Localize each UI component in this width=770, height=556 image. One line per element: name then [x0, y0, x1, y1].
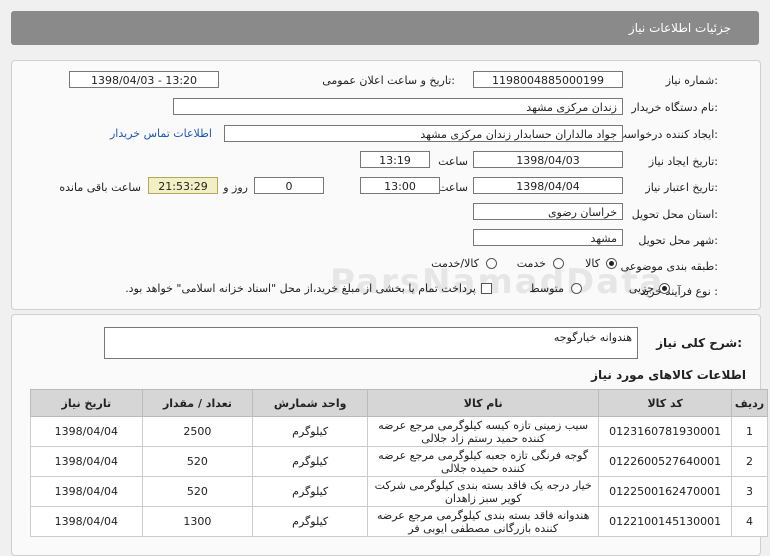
- cell-unit: کیلوگرم: [252, 476, 369, 507]
- validity-date-label: تاریخ اعتبار نیاز:: [645, 181, 718, 194]
- cell-name: گوجه فرنگی تازه جعبه کیلوگرمی مرجع عرضه …: [367, 446, 600, 477]
- creator-field: جواد مالداران حسابدار زندان مرکزی مشهد: [224, 125, 623, 142]
- cell-code: 0123160781930001: [598, 416, 733, 447]
- announce-field: 1398/04/03 - 13:20: [69, 71, 219, 88]
- table-row[interactable]: 1 0123160781930001 سیب زمینی تازه کیسه ک…: [30, 416, 768, 447]
- process-minor-radio[interactable]: [659, 283, 670, 294]
- need-number-field: 1198004885000199: [473, 71, 623, 88]
- cell-code: 0122500162470001: [598, 476, 733, 507]
- cell-qty: 520: [141, 476, 254, 507]
- created-time-field: 13:19: [360, 151, 430, 168]
- cell-code: 0122600527640001: [598, 446, 733, 477]
- cell-code: 0122100145130001: [598, 506, 733, 537]
- treasury-payment-note: پرداخت تمام یا بخشی از مبلغ خرید،از محل …: [125, 282, 476, 295]
- items-section-title: اطلاعات کالاهای مورد نیاز: [591, 368, 746, 382]
- cell-unit: کیلوگرم: [252, 506, 369, 537]
- category-service-radio[interactable]: [553, 258, 564, 269]
- col-date: تاریخ نیاز: [30, 389, 143, 417]
- description-field: هندوانه خیارگوجه: [104, 327, 638, 359]
- cell-qty: 520: [141, 446, 254, 477]
- cell-row: 2: [731, 446, 768, 477]
- table-row[interactable]: 2 0122600527640001 گوجه فرنگی تازه جعبه …: [30, 446, 768, 477]
- created-date-field: 1398/04/03: [473, 151, 623, 168]
- buyer-field: زندان مرکزی مشهد: [173, 98, 623, 115]
- contact-buyer-link[interactable]: اطلاعات تماس خریدار: [110, 127, 212, 140]
- remaining-days-field: 0: [254, 177, 324, 194]
- cell-name: سیب زمینی تازه کیسه کیلوگرمی مرجع عرضه ک…: [367, 416, 600, 447]
- process-medium-radio[interactable]: [571, 283, 582, 294]
- table-row[interactable]: 4 0122100145130001 هندوانه فاقد بسته بند…: [30, 506, 768, 537]
- remaining-label: ساعت باقی مانده: [59, 181, 141, 194]
- items-table-header: ردیف کد کالا نام کالا واحد شمارش تعداد /…: [30, 389, 768, 417]
- province-label: استان محل تحویل:: [631, 208, 718, 221]
- remaining-time-field: 21:53:29: [148, 177, 218, 194]
- province-field: خراسان رضوی: [473, 203, 623, 220]
- city-field: مشهد: [473, 229, 623, 246]
- category-goods-label: کالا: [585, 257, 600, 270]
- cell-date: 1398/04/04: [30, 476, 143, 507]
- cell-unit: کیلوگرم: [252, 416, 369, 447]
- col-unit: واحد شمارش: [252, 389, 369, 417]
- cell-row: 4: [731, 506, 768, 537]
- col-code: کد کالا: [598, 389, 733, 417]
- items-table: ردیف کد کالا نام کالا واحد شمارش تعداد /…: [30, 389, 768, 537]
- creator-label: ایجاد کننده درخواست:: [616, 128, 718, 141]
- category-goods-radio[interactable]: [606, 258, 617, 269]
- cell-name: خیار درجه یک فاقد بسته بندی کیلوگرمی شرک…: [367, 476, 600, 507]
- cell-qty: 1300: [141, 506, 254, 537]
- cell-date: 1398/04/04: [30, 506, 143, 537]
- category-both-radio[interactable]: [486, 258, 497, 269]
- col-qty: تعداد / مقدار: [141, 389, 254, 417]
- cell-row: 3: [731, 476, 768, 507]
- buyer-label: نام دستگاه خریدار:: [631, 101, 718, 114]
- validity-time-field: 13:00: [360, 177, 440, 194]
- validity-time-label: ساعت: [438, 181, 468, 194]
- announce-label: تاریخ و ساعت اعلان عمومی:: [322, 74, 455, 87]
- cell-date: 1398/04/04: [30, 416, 143, 447]
- category-both-label: کالا/خدمت: [431, 257, 479, 270]
- table-row[interactable]: 3 0122500162470001 خیار درجه یک فاقد بست…: [30, 476, 768, 507]
- treasury-payment-checkbox[interactable]: [481, 283, 492, 294]
- process-medium-label: متوسط: [529, 282, 564, 295]
- validity-date-field: 1398/04/04: [473, 177, 623, 194]
- days-label: روز و: [223, 181, 248, 194]
- col-name: نام کالا: [367, 389, 600, 417]
- category-label: طبقه بندی موضوعی:: [620, 260, 718, 273]
- process-minor-label: جزیی: [628, 282, 654, 295]
- col-row: ردیف: [731, 389, 768, 417]
- description-label: شرح کلی نیاز:: [656, 336, 742, 350]
- need-number-label: شماره نیاز:: [665, 74, 718, 87]
- cell-row: 1: [731, 416, 768, 447]
- cell-date: 1398/04/04: [30, 446, 143, 477]
- page-title: جزئیات اطلاعات نیاز: [628, 21, 731, 35]
- cell-qty: 2500: [141, 416, 254, 447]
- cell-name: هندوانه فاقد بسته بندی کیلوگرمی مرجع عرض…: [367, 506, 600, 537]
- cell-unit: کیلوگرم: [252, 446, 369, 477]
- city-label: شهر محل تحویل:: [638, 234, 718, 247]
- category-service-label: خدمت: [516, 257, 546, 270]
- page-header: جزئیات اطلاعات نیاز: [11, 11, 759, 45]
- created-date-label: تاریخ ایجاد نیاز:: [648, 155, 718, 168]
- created-time-label: ساعت: [438, 155, 468, 168]
